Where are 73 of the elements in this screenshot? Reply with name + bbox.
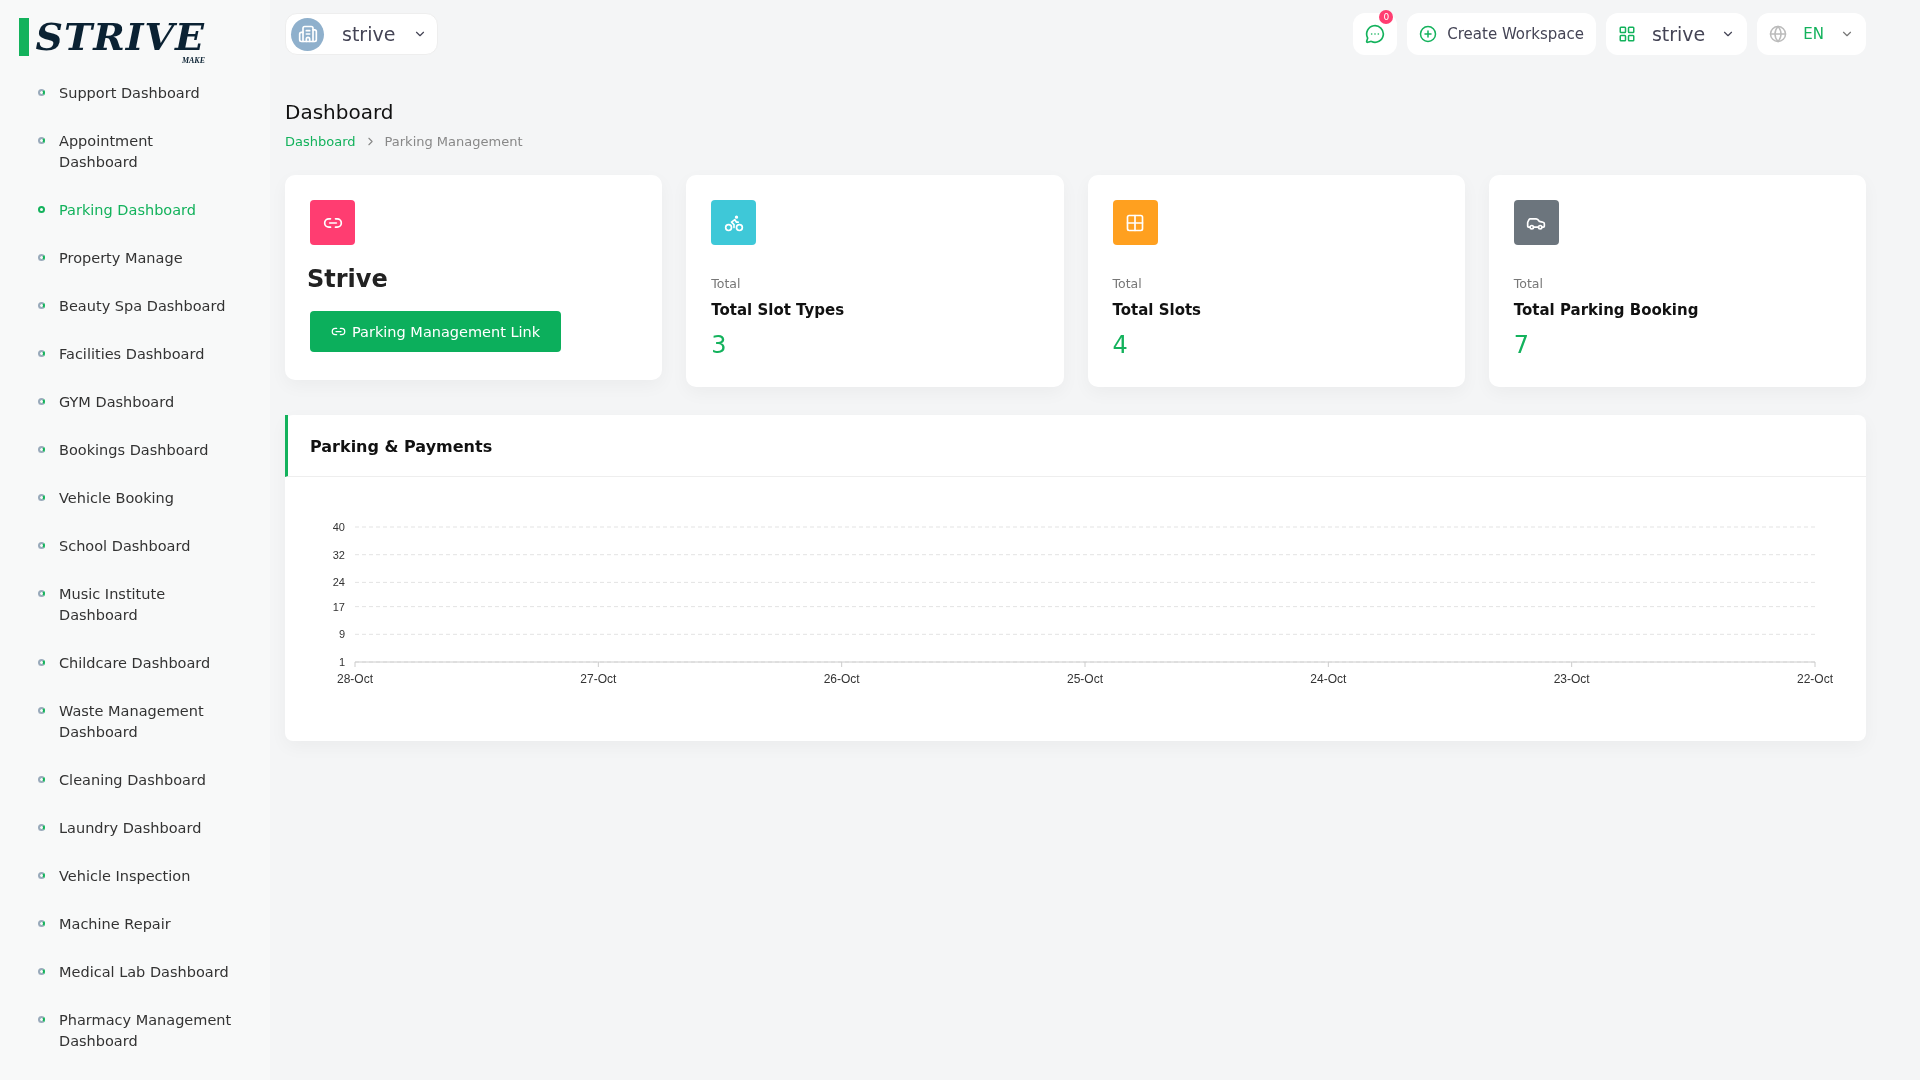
app-switcher[interactable]: strive: [1605, 13, 1748, 55]
panel-title: Parking & Payments: [310, 437, 494, 456]
sidebar-item[interactable]: Vehicle Booking: [30, 488, 240, 536]
bullet-icon: [38, 920, 45, 927]
bullet-icon: [38, 254, 45, 261]
stat-caption: Total: [1513, 276, 1544, 291]
sidebar-item[interactable]: Pharmacy Management Dashboard: [30, 1010, 240, 1079]
y-tick-label: 17: [332, 600, 345, 613]
bullet-icon: [38, 446, 45, 453]
stat-caption: Total: [711, 276, 742, 291]
stat-value: 3: [711, 331, 728, 359]
sidebar-item[interactable]: GYM Dashboard: [30, 392, 240, 440]
bullet-icon: [38, 350, 45, 357]
sidebar-item[interactable]: Bookings Dashboard: [30, 440, 240, 488]
bullet-icon: [38, 824, 45, 831]
plus-circle-icon: [1419, 25, 1438, 43]
sidebar-item[interactable]: Support Dashboard: [30, 83, 240, 131]
x-tick-label: 22-Oct: [1797, 672, 1833, 686]
sidebar-item[interactable]: Beauty Spa Dashboard: [30, 296, 240, 344]
building-icon: [291, 17, 324, 51]
stat-caption: Total: [1112, 276, 1143, 291]
bullet-icon: [38, 89, 45, 96]
create-workspace-button[interactable]: Create Workspace: [1407, 13, 1596, 55]
bullet-icon: [38, 494, 45, 501]
logo-subtitle: MAKE: [181, 56, 205, 65]
bullet-icon: [38, 398, 45, 405]
y-tick-label: 40: [332, 521, 345, 533]
logo-text: STRIVE: [19, 18, 205, 56]
x-tick-label: 26-Oct: [823, 672, 860, 686]
bullet-icon: [38, 776, 45, 783]
sidebar-item[interactable]: Medical Lab Dashboard: [30, 962, 240, 1010]
bullet-icon: [38, 872, 45, 879]
stat-title: Total Slots: [1112, 301, 1203, 319]
bullet-icon: [38, 968, 45, 975]
sidebar-item[interactable]: Machine Repair: [30, 914, 240, 962]
bullet-icon: [38, 590, 45, 597]
bullet-icon: [38, 659, 45, 666]
y-tick-label: 1: [338, 656, 345, 668]
notification-badge: 0: [1379, 10, 1394, 24]
x-tick-label: 28-Oct: [337, 672, 373, 686]
sidebar-item[interactable]: Vehicle Inspection: [30, 866, 240, 914]
sidebar-item[interactable]: Cleaning Dashboard: [30, 770, 240, 818]
sidebar-item[interactable]: Appointment Dashboard: [30, 131, 240, 200]
x-tick-label: 25-Oct: [1067, 672, 1103, 686]
sidebar-item[interactable]: School Dashboard: [30, 536, 240, 584]
page-title: Dashboard: [285, 100, 395, 124]
y-tick-label: 9: [338, 628, 345, 641]
bullet-icon: [38, 206, 45, 213]
sidebar-item[interactable]: Laundry Dashboard: [30, 818, 240, 866]
sidebar-item[interactable]: Facilities Dashboard: [30, 344, 240, 392]
x-tick-label: 27-Oct: [580, 672, 617, 686]
globe-icon: [1769, 25, 1788, 43]
stat-title: Total Parking Booking: [1513, 301, 1700, 319]
bullet-icon: [38, 137, 45, 144]
stat-title: Total Slot Types: [711, 301, 846, 319]
stat-value: 4: [1112, 331, 1129, 359]
chat-icon: [1365, 24, 1386, 44]
sidebar-item[interactable]: Property Manage: [30, 248, 240, 296]
card-title: Strive: [307, 265, 389, 293]
sidebar-item[interactable]: Childcare Dashboard: [30, 653, 240, 701]
bullet-icon: [38, 302, 45, 309]
y-tick-label: 24: [332, 576, 345, 589]
bullet-icon: [38, 542, 45, 549]
stat-value: 7: [1513, 331, 1531, 359]
bullet-icon: [38, 707, 45, 714]
y-tick-label: 32: [332, 548, 345, 561]
bullet-icon: [38, 1016, 45, 1023]
x-tick-label: 23-Oct: [1553, 672, 1590, 686]
workspace-selector[interactable]: strive: [285, 13, 439, 55]
sidebar-item[interactable]: Waste Management Dashboard: [30, 701, 240, 770]
x-tick-label: 24-Oct: [1310, 672, 1347, 686]
grid-icon: [1617, 25, 1636, 43]
sidebar-item[interactable]: Music Institute Dashboard: [30, 584, 240, 653]
